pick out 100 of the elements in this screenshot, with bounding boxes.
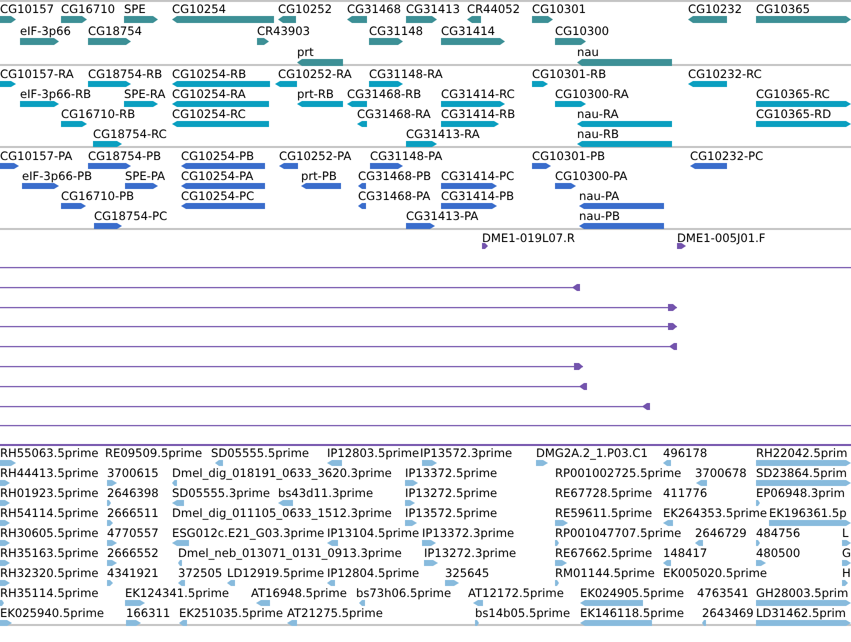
feature-label: RE67728.5prime [555, 486, 652, 500]
feature-label: CG18754-PB [88, 149, 162, 163]
feature-label: RE59611.5prime [555, 506, 652, 520]
feature-label: CG31468-PA [358, 189, 430, 203]
feature-label: CG31148-PA [370, 149, 442, 163]
feature-label: ESG012c.E21_G03.3prime [172, 526, 324, 540]
feature-label: RM01144.5prime [555, 566, 655, 580]
feature-label: CG31468 [347, 2, 401, 16]
feature-label: bs14b05.5prime [475, 606, 570, 620]
feature-label: CG10252-PA [279, 149, 352, 163]
feature-label: 480500 [756, 546, 800, 560]
feature-label: EK005020.5prime [663, 566, 768, 580]
feature-label: 411776 [663, 486, 708, 500]
feature-label: CG16710-PB [61, 189, 134, 203]
feature-label: LD31462.5prim [756, 606, 846, 620]
feature-label: IP13372.3prime [422, 526, 514, 540]
feature-label: CG31413-RA [406, 127, 480, 141]
feature-label: IP13572.3prime [420, 446, 512, 460]
feature-label: 3700678 [695, 466, 747, 480]
feature-label: DME1-005J01.F [677, 231, 766, 245]
feature-label: AT21275.5prime [287, 606, 383, 620]
feature-label: RH01923.5prime [0, 486, 98, 500]
feature-label: EK251035.5prime [179, 606, 284, 620]
feature-label: RP001047707.5prime [555, 526, 682, 540]
feature-label: SPE [124, 2, 146, 16]
feature-label: CG31414-RC [441, 87, 515, 101]
feature-label: prt [297, 45, 314, 59]
feature-label: CG31468-PB [358, 169, 432, 183]
feature-label: 4763541 [697, 586, 749, 600]
feature-label: nau-RB [577, 127, 619, 141]
feature-label: RH30605.5prime [0, 526, 98, 540]
feature-label: CG10254-RC [172, 107, 246, 121]
feature-label: eIF-3p66 [20, 24, 71, 38]
feature-label: nau-PA [579, 189, 620, 203]
feature-label: EK264353.5prime [663, 506, 768, 520]
feature-label: prt-RB [297, 87, 334, 101]
feature-label: CG10252-RA [278, 67, 352, 81]
feature-label: CG10300-PA [555, 169, 628, 183]
feature-label: CG10301-PB [532, 149, 606, 163]
feature-label: CG31413-PA [406, 209, 478, 223]
feature-label: IP13372.5prime [405, 466, 498, 480]
feature-label: RH54114.5prime [0, 506, 98, 520]
feature-label: EK025940.5prime [0, 606, 104, 620]
feature-label: Dmel_dig_018191_0633_3620.3prime [172, 466, 392, 480]
feature-label: 325645 [445, 566, 490, 580]
feature-label: CG31414-RB [441, 107, 516, 121]
feature-label: IP13272.3prime [424, 546, 516, 560]
feature-label: CG10254-PB [181, 149, 254, 163]
feature-label: 484756 [756, 526, 800, 540]
feature-label: RE09509.5prime [105, 446, 202, 460]
feature-label: IP13572.5prime [405, 506, 498, 520]
feature-label: CG18754 [88, 24, 142, 38]
feature-label: CG10254-RA [172, 87, 246, 101]
feature-label: CG10157-PA [0, 149, 72, 163]
feature-label: RH22042.5prim [756, 446, 848, 460]
feature-label: RP001002725.5prime [555, 466, 682, 480]
feature-label: DME1-019L07.R [482, 231, 575, 245]
feature-label: SD23864.5prim [756, 466, 847, 480]
feature-label: AT16948.5prime [251, 586, 347, 600]
feature-label: CG10157 [0, 2, 54, 16]
feature-label: CR43903 [257, 24, 310, 38]
feature-label: CG10232-RC [688, 67, 762, 81]
feature-label: CG10301-RB [532, 67, 606, 81]
feature-label: DMG2A.2_1.P03.C1 [536, 446, 648, 460]
feature-label: eIF-3p66-RB [20, 87, 92, 101]
feature-label: nau-PB [579, 209, 620, 223]
feature-label: CG10365 [756, 2, 810, 16]
feature-label: G [842, 546, 851, 560]
feature-label: CG31414-PC [441, 169, 514, 183]
feature-label: bs73h06.5prime [356, 586, 452, 600]
feature-label: CG31148-RA [369, 67, 443, 81]
feature-label: 3700615 [107, 466, 159, 480]
feature-label: CG10157-RA [0, 67, 74, 81]
feature-label: SD05555.3prime [172, 486, 270, 500]
feature-label: CG10254-PA [181, 169, 254, 183]
feature-label: EK124341.5prime [125, 586, 230, 600]
feature-label: RH35114.5prime [0, 586, 98, 600]
feature-label: RH44413.5prime [0, 466, 98, 480]
feature-label: CG10301 [532, 2, 586, 16]
feature-label: IP13272.5prime [405, 486, 498, 500]
feature-label: CG10300-RA [555, 87, 629, 101]
feature-label: CG18754-PC [94, 209, 168, 223]
feature-label: SD05555.5prime [211, 446, 310, 460]
feature-label: CR44052 [467, 2, 520, 16]
feature-label: EP06948.3prim [756, 486, 845, 500]
feature-label: Dmel_dig_011105_0633_1512.3prime [172, 506, 392, 520]
feature-label: prt-PB [301, 169, 337, 183]
feature-label: CG10365-RC [756, 87, 830, 101]
feature-label: SPE-RA [124, 87, 166, 101]
feature-label: 4770557 [107, 526, 159, 540]
feature-label: EK024905.5prime [580, 586, 684, 600]
feature-label: CG10300 [555, 24, 609, 38]
feature-label: AT12172.5prime [468, 586, 564, 600]
feature-label: CG31413 [406, 2, 460, 16]
feature-label: RH35163.5prime [0, 546, 98, 560]
feature-label: CG10254-PC [181, 189, 254, 203]
feature-label: CG10232 [688, 2, 742, 16]
feature-label: 2666552 [107, 546, 159, 560]
feature-label: CG31414 [441, 24, 495, 38]
feature-label: CG10365-RD [756, 107, 832, 121]
